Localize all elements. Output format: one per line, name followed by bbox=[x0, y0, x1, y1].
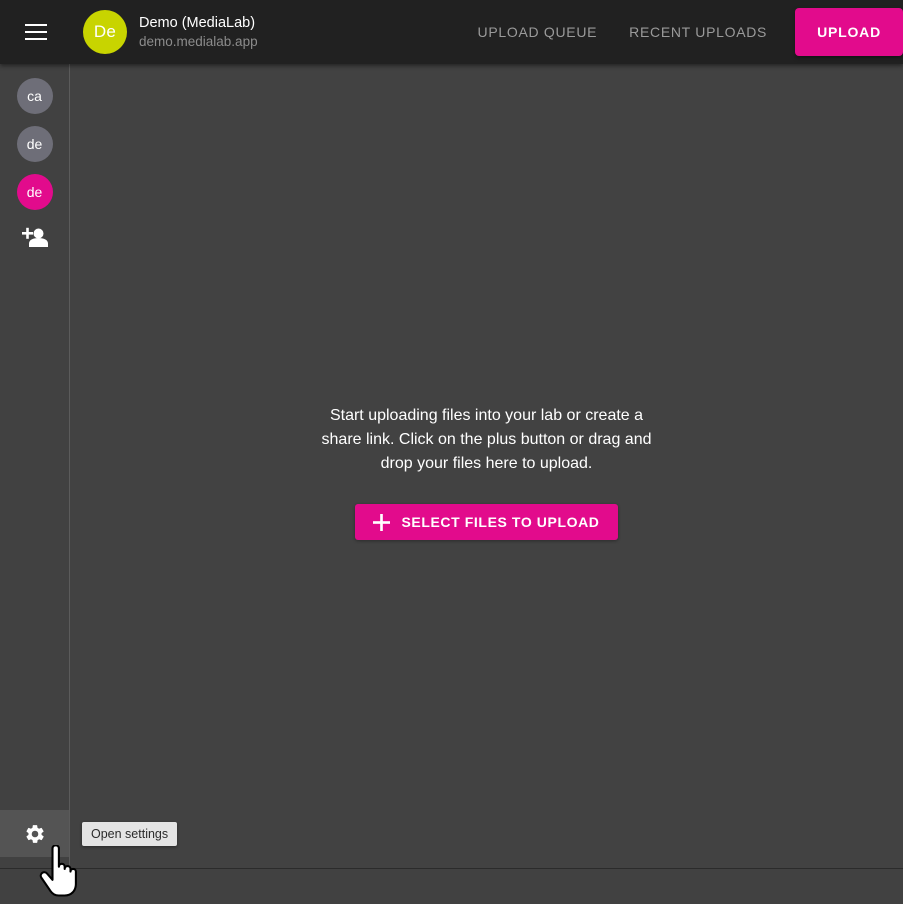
gear-icon bbox=[25, 824, 44, 843]
hamburger-menu-icon[interactable] bbox=[12, 8, 60, 56]
sidebar-member-initials: de bbox=[26, 136, 43, 152]
brand-text: Demo (MediaLab) demo.medialab.app bbox=[139, 14, 258, 51]
menu-bar-1 bbox=[25, 24, 47, 26]
main-content: Start uploading files into your lab or c… bbox=[70, 64, 903, 868]
brand-avatar-initials: De bbox=[93, 22, 117, 41]
menu-bar-2 bbox=[25, 31, 47, 33]
brand-avatar: De bbox=[83, 10, 127, 54]
sidebar-member-de-2[interactable]: de bbox=[16, 174, 53, 210]
app-header: De Demo (MediaLab) demo.medialab.app UPL… bbox=[0, 0, 903, 64]
settings-tooltip: Open settings bbox=[82, 822, 178, 846]
header-nav: UPLOAD QUEUE RECENT UPLOADS UPLOAD bbox=[462, 0, 903, 64]
select-files-label: SELECT FILES TO UPLOAD bbox=[401, 514, 600, 530]
tab-upload-queue[interactable]: UPLOAD QUEUE bbox=[462, 0, 614, 64]
empty-state: Start uploading files into your lab or c… bbox=[70, 404, 903, 540]
select-files-to-upload-button[interactable]: SELECT FILES TO UPLOAD bbox=[355, 504, 618, 540]
sidebar-member-initials: de bbox=[26, 184, 43, 200]
settings-button[interactable] bbox=[0, 810, 69, 857]
sidebar-member-ca[interactable]: ca bbox=[16, 78, 53, 114]
brand-subtitle: demo.medialab.app bbox=[139, 33, 258, 49]
person-add-icon[interactable] bbox=[17, 220, 53, 256]
sidebar: ca de de bbox=[0, 64, 70, 868]
bottom-bar bbox=[0, 868, 903, 904]
brand-title: Demo (MediaLab) bbox=[139, 14, 256, 31]
sidebar-member-de-1[interactable]: de bbox=[16, 126, 53, 162]
plus-icon bbox=[373, 513, 391, 531]
tab-recent-uploads[interactable]: RECENT UPLOADS bbox=[613, 0, 783, 64]
sidebar-member-initials: ca bbox=[27, 88, 42, 104]
menu-bar-3 bbox=[25, 38, 47, 40]
brand[interactable]: De Demo (MediaLab) demo.medialab.app bbox=[83, 10, 258, 54]
sidebar-member-list: ca de de bbox=[0, 64, 69, 210]
empty-state-message: Start uploading files into your lab or c… bbox=[321, 407, 652, 472]
upload-button[interactable]: UPLOAD bbox=[795, 8, 903, 56]
